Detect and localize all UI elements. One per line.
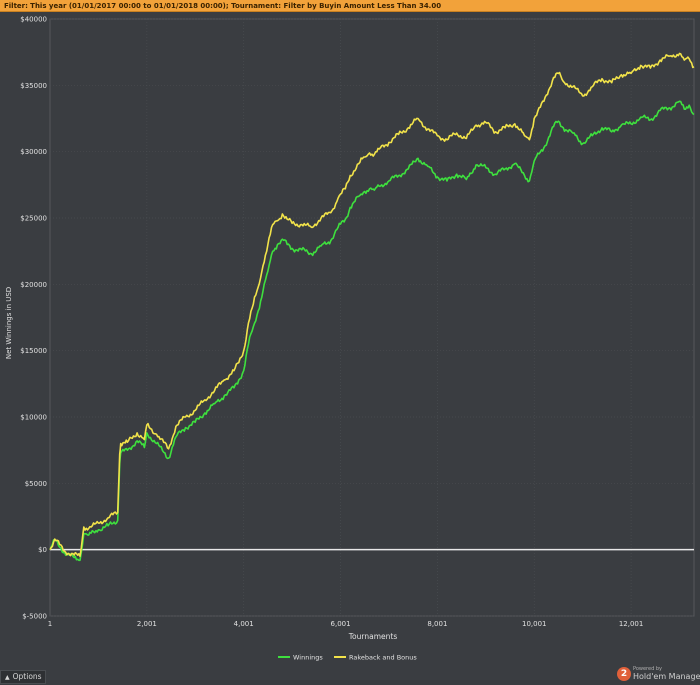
net-winnings-chart: $-5000 $0 $5000 $10000 $15000 $20000 $25000 $30… [5,16,695,662]
triangle-up-icon: ▲ [5,674,10,681]
hem-logo-icon: 2 [617,667,631,681]
axes: $-5000 $0 $5000 $10000 $15000 $20000 $25000 $30… [20,16,643,629]
y-tick-label: $35000 [20,82,47,90]
y-tick-label: $30000 [20,148,47,156]
y-tick-label: $25000 [20,215,47,223]
branding: 2 Powered by Hold'em Manager [617,664,700,684]
y-tick-label: $0 [38,546,47,554]
x-tick-label: 6,001 [331,620,351,628]
grid [49,18,695,617]
legend-label: Winnings [293,654,323,662]
y-tick-label: $5000 [25,480,47,488]
brand-name: Hold'em Manager [633,672,700,681]
x-tick-label: 4,001 [234,620,254,628]
x-axis-label: Tournaments [348,632,398,641]
filter-bar: Filter: This year (01/01/2017 00:00 to 0… [0,0,700,12]
x-tick-label: 8,001 [427,620,447,628]
y-tick-label: $-5000 [22,613,47,621]
x-tick-label: 2,001 [137,620,157,628]
y-tick-label: $40000 [20,16,47,24]
y-tick-label: $10000 [20,414,47,422]
legend-label: Rakeback and Bonus [349,654,417,662]
y-tick-label: $20000 [20,281,47,289]
y-axis-label: Net Winnings in USD [5,287,13,359]
x-tick-label: 1 [48,620,52,628]
filter-label: Filter: [4,2,28,10]
options-button[interactable]: ▲ Options [0,670,46,684]
filter-text: This year (01/01/2017 00:00 to 01/01/201… [30,2,442,10]
x-tick-label: 10,001 [522,620,547,628]
options-label: Options [12,672,42,681]
y-tick-label: $15000 [20,347,47,355]
series-line-winnings [49,100,695,562]
legend: Winnings Rakeback and Bonus [278,654,417,662]
x-tick-label: 12,001 [619,620,644,628]
